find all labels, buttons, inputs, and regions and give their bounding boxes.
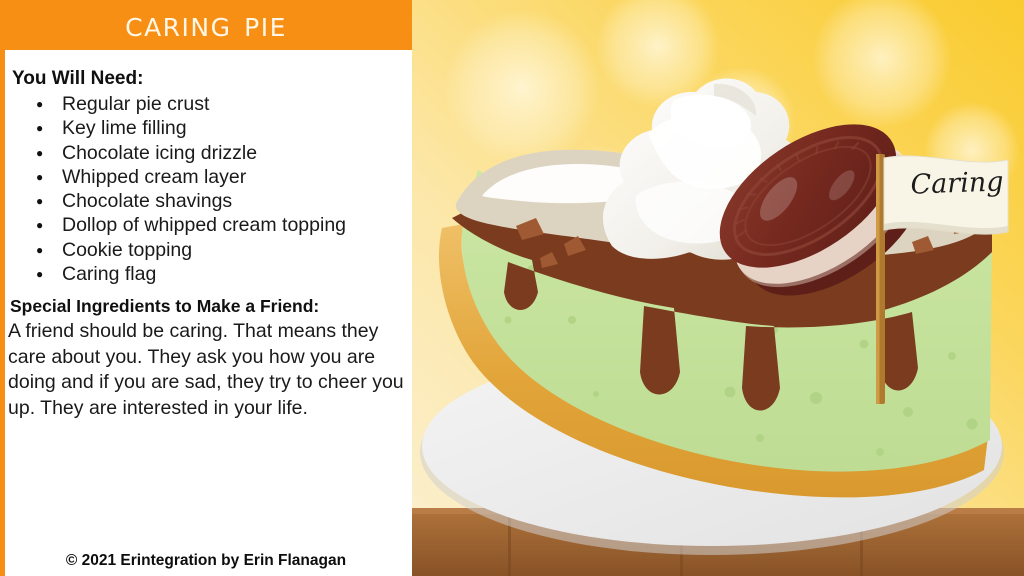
left-accent-rail [0, 50, 5, 576]
special-ingredients-body: A friend should be caring. That means th… [8, 320, 404, 419]
list-item: Key lime filling [12, 116, 408, 141]
page-title: Caring Pie [125, 5, 287, 45]
ingredients-list: Regular pie crust Key lime filling Choco… [12, 92, 408, 287]
title-bar: Caring Pie [0, 0, 412, 50]
left-text-panel: Caring Pie You Will Need: Regular pie cr… [0, 0, 412, 576]
list-item: Whipped cream layer [12, 165, 408, 190]
copyright-notice: © 2021 Erintegration by Erin Flanagan [65, 552, 347, 569]
slide-root: Caring Pie You Will Need: Regular pie cr… [0, 0, 1024, 576]
ingredients-heading: You Will Need: [12, 68, 144, 89]
list-item: Regular pie crust [12, 92, 408, 117]
list-item: Chocolate icing drizzle [12, 141, 408, 166]
list-item: Cookie topping [12, 238, 408, 263]
special-ingredients-heading: Special Ingredients to Make a Friend: [10, 296, 320, 316]
pie-illustration: Caring [412, 0, 1024, 576]
list-item: Dollop of whipped cream topping [12, 213, 408, 238]
list-item: Caring flag [12, 262, 408, 287]
list-item: Chocolate shavings [12, 189, 408, 214]
